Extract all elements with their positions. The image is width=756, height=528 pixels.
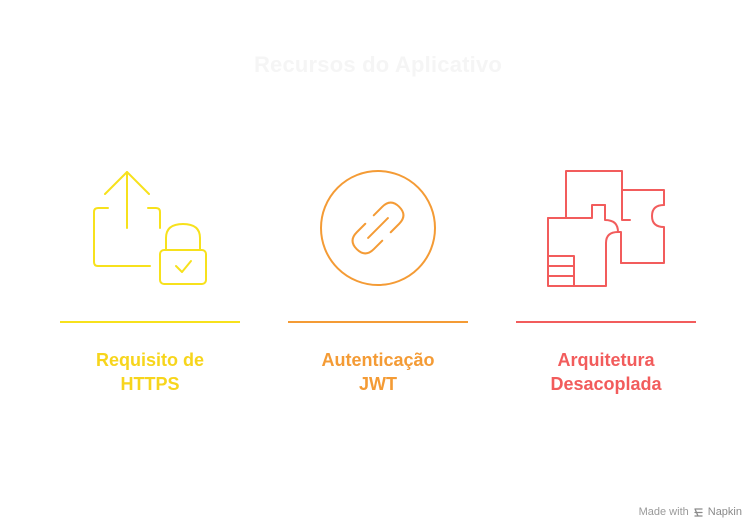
divider-line [60,321,240,323]
feature-label: Autenticação JWT [321,350,435,394]
divider-line [516,321,696,323]
divider-line [288,321,468,323]
feature-https: Requisito de HTTPS [60,160,240,400]
feature-label: Requisito de HTTPS [95,350,204,394]
upload-lock-icon [93,171,207,285]
floor-plan-icon [547,170,665,287]
diagram-title: Recursos do Aplicativo [253,52,503,77]
feature-label: Arquitetura Desacoplada [550,350,662,394]
napkin-logo-icon [694,507,703,517]
chain-link-icon [320,170,436,286]
made-with-napkin: Made with Napkin [639,506,742,518]
feature-jwt: Autenticação JWT [288,160,468,400]
footer-prefix: Made with [638,506,689,518]
footer-brand: Napkin [707,506,742,518]
feature-decoupled: Arquitetura Desacoplada [516,160,696,400]
